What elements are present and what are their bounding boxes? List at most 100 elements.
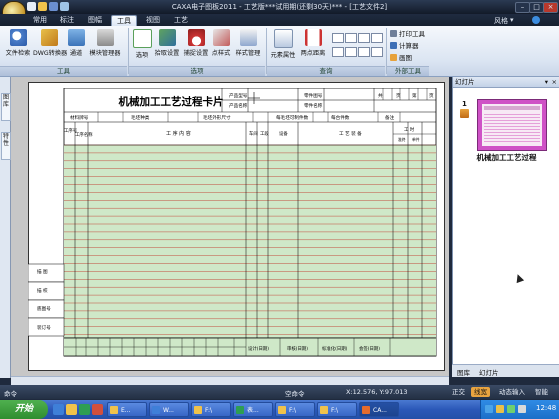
folder-icon[interactable] xyxy=(66,404,77,415)
row-remark: 备注 xyxy=(385,114,395,121)
header-part-name: 零件名称 xyxy=(304,102,323,109)
smart-toggle[interactable]: 智能 xyxy=(532,387,551,397)
taskbar-item[interactable]: F:\ xyxy=(317,402,357,417)
taskbar-item[interactable]: 表... xyxy=(233,402,273,417)
row-material: 材料牌号 xyxy=(70,114,89,121)
dynamic-input-toggle[interactable]: 动态输入 xyxy=(496,387,528,397)
tray-icon[interactable] xyxy=(518,405,526,413)
header-total: 共 xyxy=(378,92,383,99)
col-op-name: 工序名称 xyxy=(75,131,93,138)
options-button[interactable]: 选项 xyxy=(132,29,152,65)
catch-settings-button[interactable]: 捕捉设置 xyxy=(182,29,210,65)
taskbar-item[interactable]: E... xyxy=(107,402,147,417)
file-search-button[interactable]: 文件检索 xyxy=(3,29,33,65)
line-width-toggle[interactable]: 线宽 xyxy=(471,387,490,397)
tray-icon[interactable] xyxy=(485,405,493,413)
tab-view[interactable]: 视图 xyxy=(141,15,165,26)
two-point-distance-button[interactable]: 两点距离 xyxy=(299,29,327,65)
slides-panel-title: 幻灯片 xyxy=(455,78,475,86)
query-point-icon[interactable] xyxy=(332,33,344,43)
app-icon[interactable] xyxy=(92,404,103,415)
table-row xyxy=(64,168,436,177)
ie-icon[interactable] xyxy=(53,404,64,415)
horizontal-scrollbar[interactable] xyxy=(11,376,449,385)
query-perimeter-icon[interactable] xyxy=(332,47,344,57)
row-blank-size: 毛坯外形尺寸 xyxy=(203,114,231,121)
query-inertia-icon[interactable] xyxy=(345,47,357,57)
magnet-icon xyxy=(187,29,205,46)
element-attr-label: 元素属性 xyxy=(270,52,296,59)
query-area-icon[interactable] xyxy=(358,33,370,43)
dot-style-label: 点样式 xyxy=(211,50,231,57)
calculator-button[interactable]: 计算器 xyxy=(390,42,419,51)
module-manager-button[interactable]: 模块管理器 xyxy=(87,29,123,65)
dot-style-button[interactable]: 点样式 xyxy=(210,29,232,65)
row-blank-type: 毛坯种类 xyxy=(131,114,150,121)
taskbar-item-active[interactable]: CA... xyxy=(359,402,399,417)
tray-icon[interactable] xyxy=(496,405,504,413)
tab-gallery[interactable]: 图库 xyxy=(457,367,470,377)
ortho-toggle[interactable]: 正交 xyxy=(449,387,468,397)
channel-label: 通道 xyxy=(69,50,83,57)
command-prompt: 空命令 xyxy=(285,390,305,398)
dwg-converter-button[interactable]: DWG转换器 xyxy=(33,29,68,65)
tab-frame[interactable]: 图幅 xyxy=(83,15,107,26)
dwg-converter-label: DWG转换器 xyxy=(33,50,68,57)
taskbar-item[interactable]: F:\ xyxy=(275,402,315,417)
process-card-sheet: 机械加工工艺过程卡片 产品型号 零件图号 产品名称 零件名称 共 页 第 页 材… xyxy=(28,88,437,357)
ribbon: 文件检索 DWG转换器 通道 模块管理器 工具 选项 拾取设置 捕捉设置 点样式… xyxy=(0,26,559,77)
tab-properties[interactable]: 特性 xyxy=(1,132,11,160)
table-row xyxy=(64,216,436,224)
slide-label: 机械加工工艺过程 xyxy=(476,153,537,162)
close-button[interactable]: × xyxy=(543,2,558,13)
pin-icon[interactable]: ▾ xyxy=(545,77,548,87)
taskbar: 开始 E... W... F:\ 表... F:\ F:\ CA... 12:4… xyxy=(0,400,559,419)
query-angle-icon[interactable] xyxy=(345,33,357,43)
taskbar-item[interactable]: W... xyxy=(149,402,189,417)
maximize-button[interactable]: □ xyxy=(529,2,544,13)
mouse-pointer-icon xyxy=(513,272,525,284)
style-manager-button[interactable]: 样式管理 xyxy=(233,29,263,65)
media-icon[interactable] xyxy=(79,404,90,415)
snap-settings-button[interactable]: 拾取设置 xyxy=(153,29,181,65)
clock: 12:48 xyxy=(536,404,557,412)
calculator-icon xyxy=(390,42,397,49)
pen-icon xyxy=(212,29,230,46)
col-tooling: 工 艺 装 备 xyxy=(339,130,362,137)
distance-icon xyxy=(304,29,322,46)
menu-tabs: 常用 标注 图幅 工具 视图 工艺 风格 ▾ xyxy=(0,14,559,27)
row-per-unit: 每台件数 xyxy=(331,114,350,121)
tray-icon[interactable] xyxy=(507,405,515,413)
module-icon xyxy=(96,29,114,46)
col-time-setup: 准终 xyxy=(398,137,406,142)
slide-thumbnail[interactable] xyxy=(477,99,547,151)
query-centroid-icon[interactable] xyxy=(371,33,383,43)
taskbar-item[interactable]: F:\ xyxy=(191,402,231,417)
query-weight-icon[interactable] xyxy=(358,47,370,57)
style-selector[interactable]: 风格 xyxy=(494,16,508,26)
col-time-unit: 单件 xyxy=(412,137,420,142)
chevron-down-icon[interactable]: ▾ xyxy=(510,16,514,24)
col-time: 工 时 xyxy=(404,126,415,133)
query-group-label: 查询 xyxy=(267,66,385,76)
element-attr-button[interactable]: 元素属性 xyxy=(269,29,297,65)
minimize-button[interactable]: – xyxy=(515,2,530,13)
tab-annotate[interactable]: 标注 xyxy=(55,15,79,26)
tab-layers[interactable]: 图库 xyxy=(1,93,11,121)
close-icon[interactable]: × xyxy=(552,77,557,87)
paint-button[interactable]: 画图 xyxy=(390,54,412,63)
tab-slides[interactable]: 幻灯片 xyxy=(479,367,499,377)
table-row xyxy=(64,184,436,193)
card-title: 机械加工工艺过程卡片 xyxy=(119,95,224,108)
style-manager-icon xyxy=(239,29,257,46)
tab-process[interactable]: 工艺 xyxy=(169,15,193,26)
table-row xyxy=(64,318,436,327)
start-button[interactable]: 开始 xyxy=(0,400,48,419)
channel-button[interactable]: 通道 xyxy=(66,29,86,65)
table-row xyxy=(64,224,436,232)
tab-common[interactable]: 常用 xyxy=(28,15,52,26)
print-tool-button[interactable]: 打印工具 xyxy=(390,30,425,39)
help-icon[interactable] xyxy=(532,16,540,24)
document-icon xyxy=(273,29,293,48)
query-system-icon[interactable] xyxy=(371,47,383,57)
